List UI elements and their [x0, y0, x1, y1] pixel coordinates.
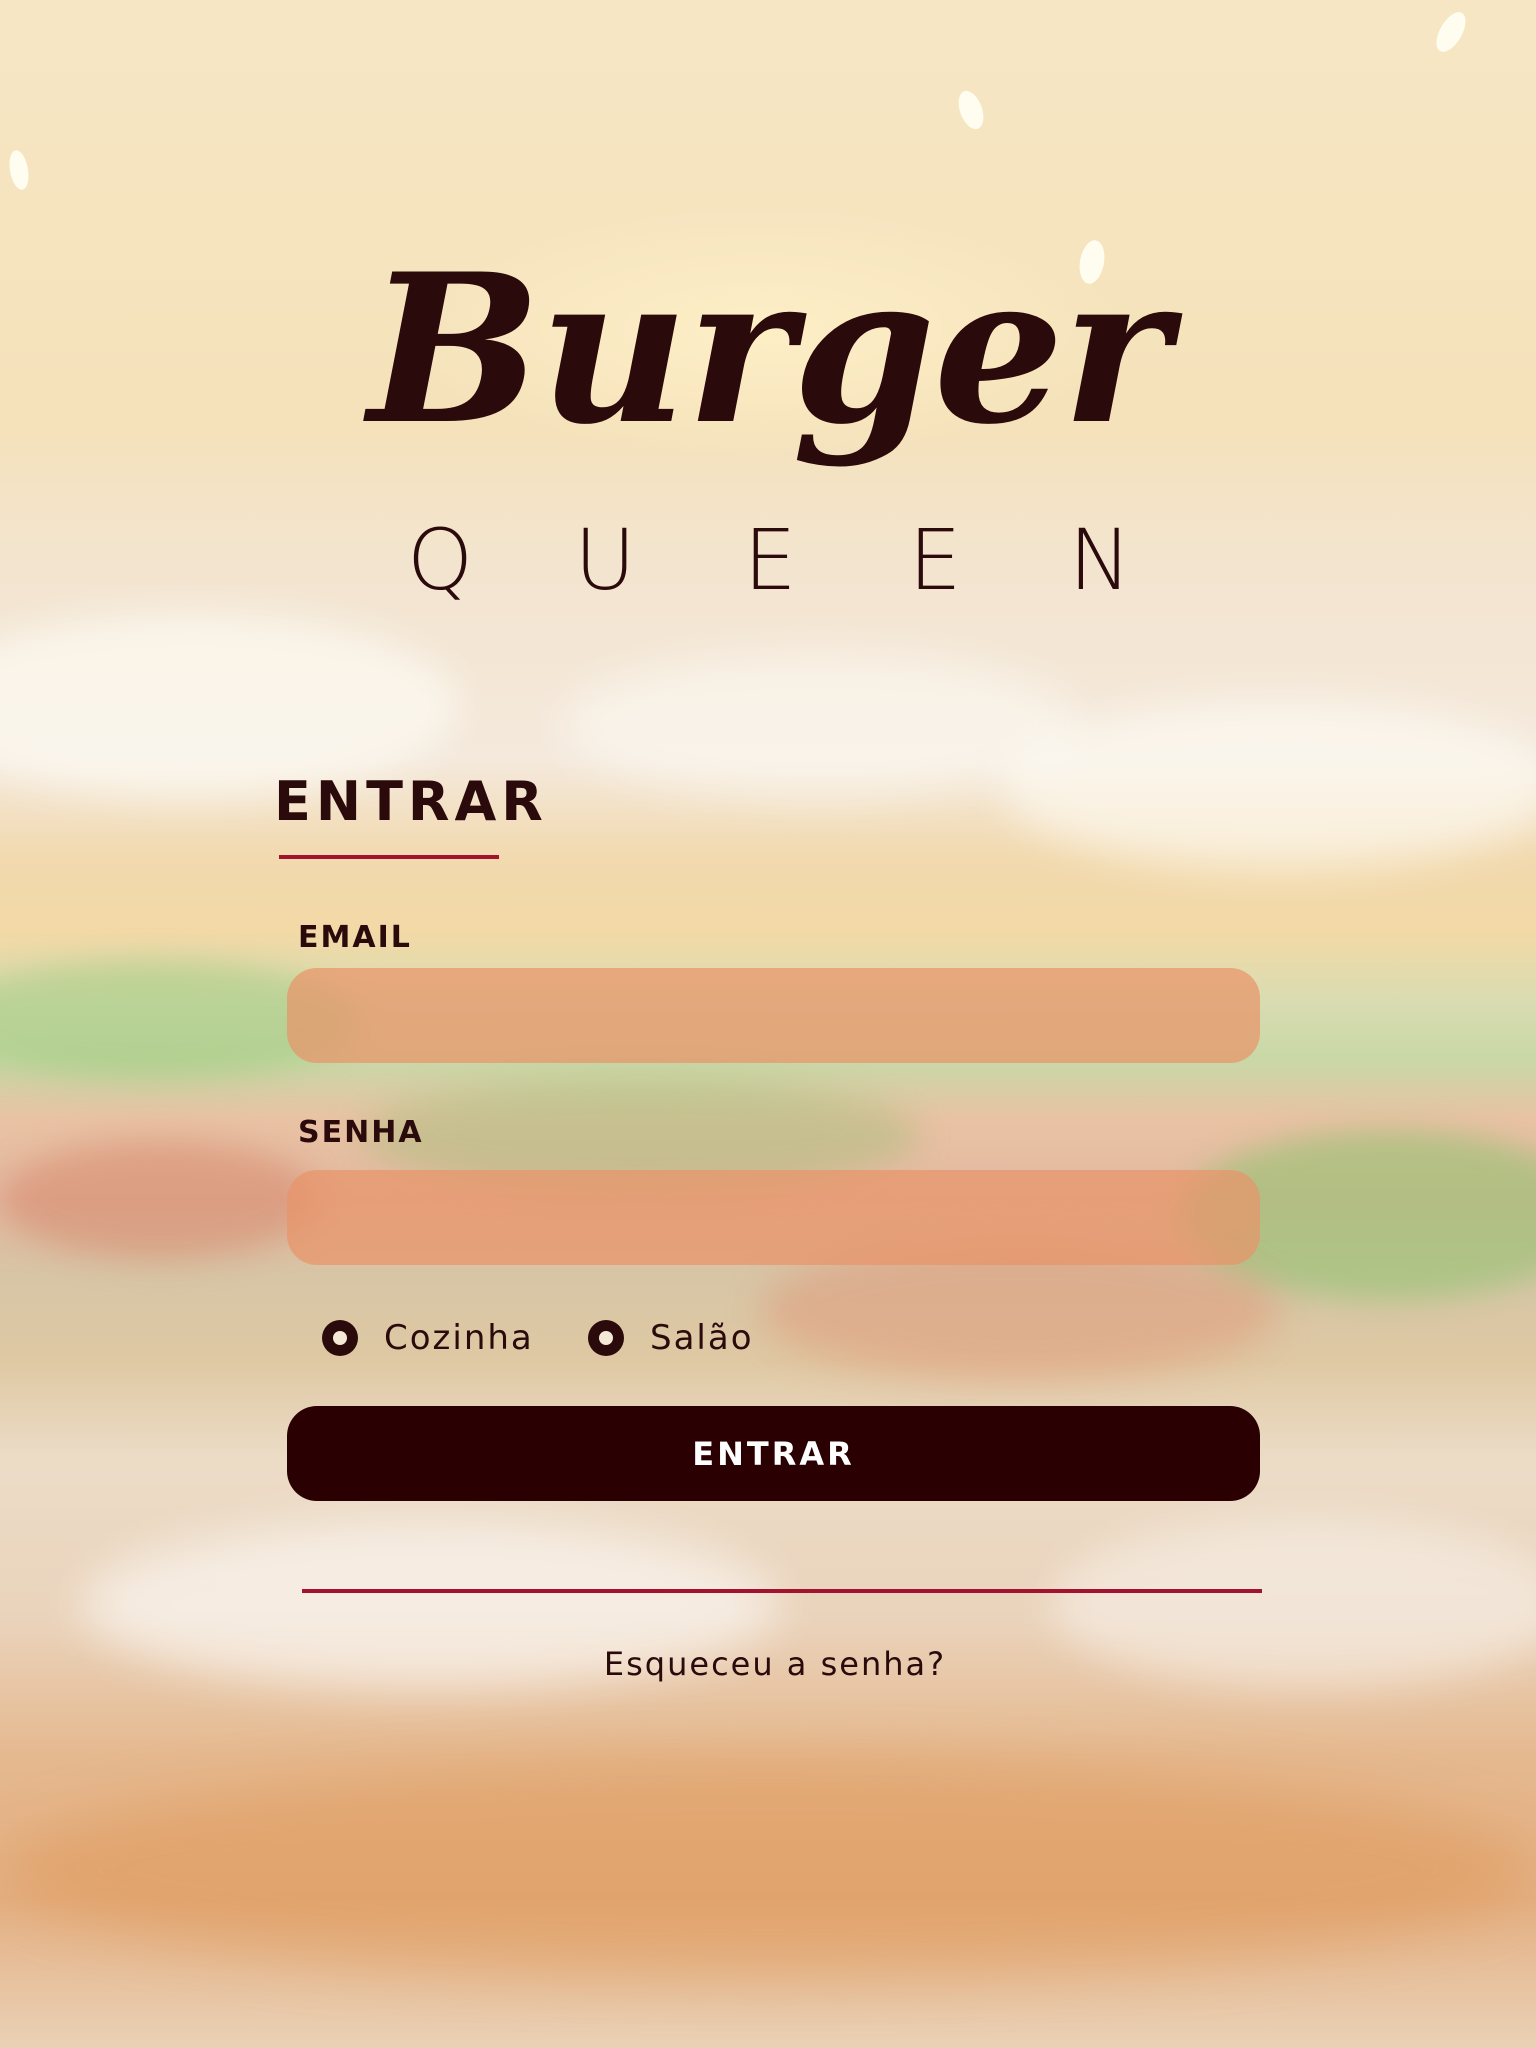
forgot-password-link[interactable]: Esqueceu a senha?: [0, 1645, 1536, 1683]
login-submit-button[interactable]: ENTRAR: [287, 1406, 1260, 1501]
radio-selected-icon[interactable]: [322, 1320, 358, 1356]
login-heading: ENTRAR: [274, 770, 548, 833]
password-input[interactable]: [287, 1170, 1260, 1265]
brand-subtitle-letter: Q: [406, 511, 474, 609]
brand-subtitle-letter: U: [574, 511, 636, 609]
password-label: SENHA: [298, 1115, 424, 1150]
role-radio-salao[interactable]: Salão: [588, 1318, 754, 1358]
brand-logo-title: Burger: [367, 230, 1170, 470]
brand-logo-subtitle: Q U E E N: [400, 510, 1140, 610]
brand-subtitle-letter: N: [1068, 511, 1132, 609]
divider: [302, 1589, 1262, 1593]
brand-subtitle-letter: E: [743, 511, 797, 609]
email-label: EMAIL: [298, 920, 412, 955]
role-radio-label: Salão: [650, 1318, 754, 1358]
role-radio-label: Cozinha: [384, 1318, 534, 1358]
email-input[interactable]: [287, 968, 1260, 1063]
role-radio-cozinha[interactable]: Cozinha: [322, 1318, 534, 1358]
heading-underline: [279, 855, 499, 859]
radio-selected-icon[interactable]: [588, 1320, 624, 1356]
brand-subtitle-letter: E: [908, 511, 962, 609]
